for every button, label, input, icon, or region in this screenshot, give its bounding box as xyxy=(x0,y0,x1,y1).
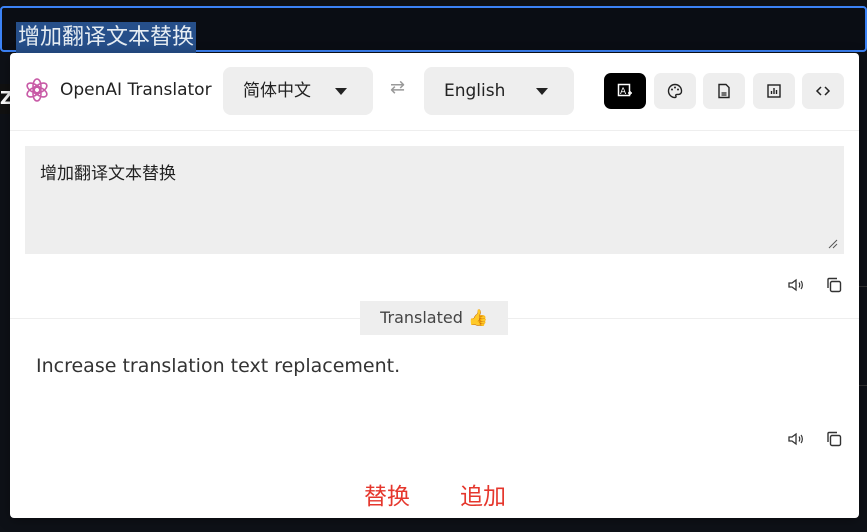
translate-mode-button[interactable]: A xyxy=(604,73,646,109)
editor-divider xyxy=(858,385,867,386)
chevron-down-icon xyxy=(335,88,347,95)
translation-result: Increase translation text replacement. xyxy=(36,355,401,377)
translate-icon: A xyxy=(617,83,632,97)
selected-text[interactable]: 增加翻译文本替换 xyxy=(16,22,197,54)
document-icon xyxy=(718,83,730,99)
openai-logo-icon xyxy=(26,78,48,102)
swap-languages-icon[interactable]: ⇄ xyxy=(390,77,405,98)
analyze-mode-button[interactable] xyxy=(753,73,795,109)
polishing-mode-button[interactable] xyxy=(654,73,696,109)
translator-popup: OpenAI Translator 简体中文 ⇄ English A 增加翻译文… xyxy=(10,53,859,518)
popup-header: OpenAI Translator 简体中文 ⇄ English A xyxy=(10,53,859,131)
target-language-select[interactable]: English xyxy=(424,67,574,115)
palette-icon xyxy=(667,83,683,99)
target-language-label: English xyxy=(444,81,506,101)
copy-icon[interactable] xyxy=(825,430,843,448)
summarize-mode-button[interactable] xyxy=(703,73,745,109)
source-language-label: 简体中文 xyxy=(243,81,311,101)
replace-button[interactable]: 替换 xyxy=(364,477,410,511)
source-text-input[interactable]: 增加翻译文本替换 xyxy=(25,146,844,254)
editor-line: 增加翻译文本替换 xyxy=(0,6,867,54)
svg-text:A: A xyxy=(620,87,627,97)
append-button[interactable]: 追加 xyxy=(460,477,506,511)
speaker-icon[interactable] xyxy=(787,430,805,448)
copy-icon[interactable] xyxy=(825,276,843,294)
editor-divider xyxy=(858,286,867,287)
chevron-down-icon xyxy=(536,88,548,95)
chart-icon xyxy=(767,84,781,98)
code-icon xyxy=(815,86,831,96)
speaker-icon[interactable] xyxy=(787,276,805,294)
status-label: Translated xyxy=(380,308,463,327)
translated-status-badge: Translated 👍 xyxy=(360,301,508,335)
result-actions xyxy=(787,430,847,452)
resize-handle-icon[interactable] xyxy=(828,239,838,249)
code-mode-button[interactable] xyxy=(802,73,844,109)
source-text: 增加翻译文本替换 xyxy=(40,164,176,184)
app-title: OpenAI Translator xyxy=(60,80,212,100)
source-actions xyxy=(787,276,847,298)
source-language-select[interactable]: 简体中文 xyxy=(223,67,373,115)
thumbs-up-icon: 👍 xyxy=(467,308,488,327)
